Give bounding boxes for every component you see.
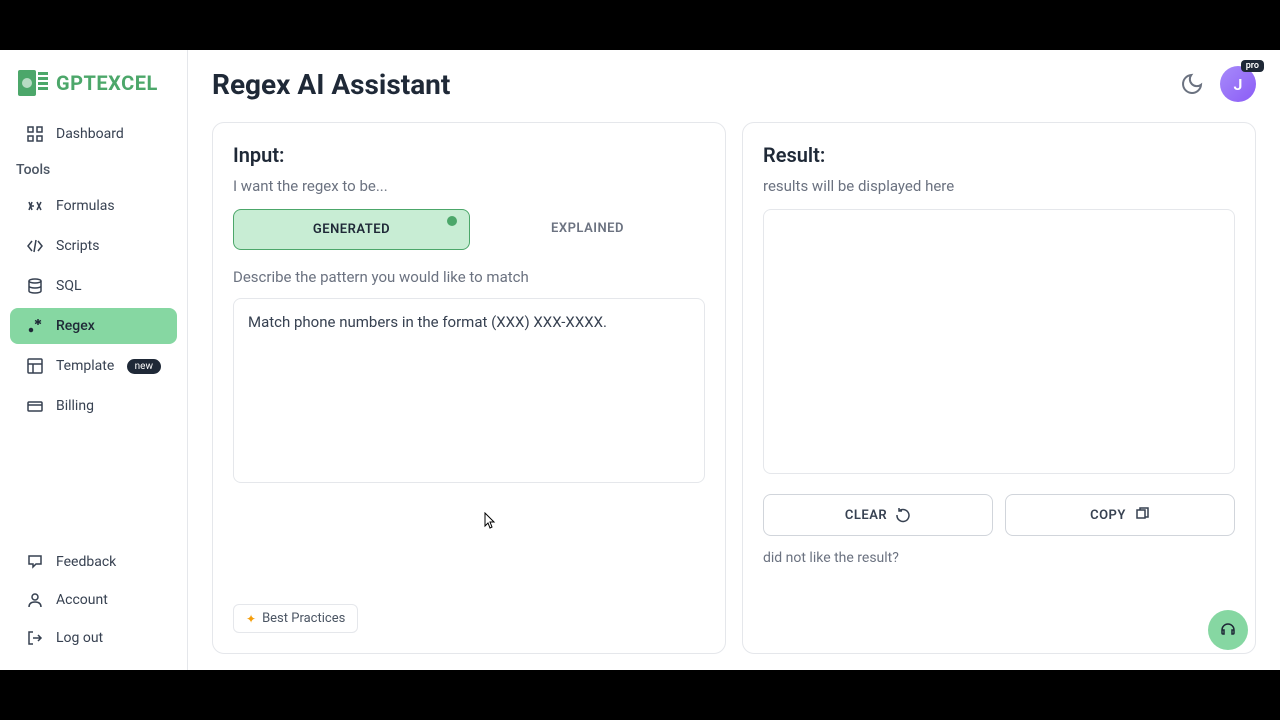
dark-mode-toggle[interactable] (1180, 72, 1204, 96)
sidebar-item-label: Dashboard (56, 126, 124, 142)
pattern-input[interactable] (233, 298, 705, 483)
pro-badge: pro (1241, 60, 1264, 72)
sidebar-item-sql[interactable]: SQL (10, 268, 177, 304)
sql-icon (26, 277, 44, 295)
tab-generated[interactable]: GENERATED (233, 209, 470, 250)
billing-icon (26, 397, 44, 415)
sidebar-item-template[interactable]: Template new (10, 348, 177, 384)
sidebar-item-formulas[interactable]: Formulas (10, 188, 177, 224)
sidebar-item-account[interactable]: Account (10, 582, 177, 618)
regex-icon (26, 317, 44, 335)
button-row: CLEAR COPY (763, 494, 1235, 536)
header: Regex AI Assistant J pro (188, 50, 1280, 114)
result-box (763, 209, 1235, 474)
feedback-text: did not like the result? (763, 550, 1235, 566)
copy-button[interactable]: COPY (1005, 494, 1235, 536)
sidebar-item-label: Scripts (56, 238, 99, 254)
page-title: Regex AI Assistant (212, 68, 450, 101)
content: Input: I want the regex to be... GENERAT… (188, 114, 1280, 670)
input-card: Input: I want the regex to be... GENERAT… (212, 122, 726, 654)
input-title: Input: (233, 143, 705, 167)
input-subtitle: I want the regex to be... (233, 177, 705, 195)
header-right: J pro (1180, 66, 1256, 102)
bottom-black-bar (0, 670, 1280, 720)
logo-text: GPTEXCEL (56, 71, 158, 95)
headset-icon (1218, 620, 1238, 640)
sidebar: GPTEXCEL Dashboard Tools Formulas Script… (0, 50, 188, 670)
tab-explained[interactable]: EXPLAINED (470, 209, 705, 250)
sidebar-item-label: Billing (56, 398, 94, 414)
top-black-bar (0, 0, 1280, 50)
sidebar-item-label: Regex (56, 318, 95, 334)
scripts-icon (26, 237, 44, 255)
best-practices-button[interactable]: ✦ Best Practices (233, 604, 358, 633)
new-badge: new (127, 359, 161, 374)
logo[interactable]: GPTEXCEL (0, 60, 187, 114)
sidebar-item-label: Log out (56, 630, 103, 646)
sidebar-bottom: Feedback Account Log out (0, 542, 187, 670)
help-button[interactable] (1208, 610, 1248, 650)
sidebar-item-label: Account (56, 592, 108, 608)
sparkle-icon: ✦ (246, 612, 256, 626)
dashboard-icon (26, 125, 44, 143)
tab-label: EXPLAINED (551, 221, 624, 236)
tab-label: GENERATED (313, 222, 390, 237)
copy-label: COPY (1090, 508, 1126, 523)
sidebar-item-label: Feedback (56, 554, 116, 570)
avatar-letter: J (1234, 75, 1243, 94)
clear-button[interactable]: CLEAR (763, 494, 993, 536)
sidebar-item-label: Formulas (56, 198, 115, 214)
sidebar-item-dashboard[interactable]: Dashboard (10, 116, 177, 152)
sidebar-item-regex[interactable]: Regex (10, 308, 177, 344)
tab-indicator-icon (447, 216, 457, 226)
clear-label: CLEAR (845, 508, 887, 523)
sidebar-item-logout[interactable]: Log out (10, 620, 177, 656)
formulas-icon (26, 197, 44, 215)
reset-icon (895, 507, 911, 523)
avatar[interactable]: J pro (1220, 66, 1256, 102)
copy-icon (1134, 507, 1150, 523)
sidebar-item-label: Template (56, 358, 114, 374)
app-container: GPTEXCEL Dashboard Tools Formulas Script… (0, 50, 1280, 670)
sidebar-item-label: SQL (56, 278, 81, 294)
template-icon (26, 357, 44, 375)
main: Regex AI Assistant J pro Input: I want t… (188, 50, 1280, 670)
sidebar-item-billing[interactable]: Billing (10, 388, 177, 424)
sidebar-item-scripts[interactable]: Scripts (10, 228, 177, 264)
sidebar-section-tools: Tools (0, 154, 187, 186)
result-title: Result: (763, 143, 1235, 167)
result-card: Result: results will be displayed here C… (742, 122, 1256, 654)
sidebar-item-feedback[interactable]: Feedback (10, 544, 177, 580)
best-practices-label: Best Practices (262, 611, 345, 626)
account-icon (26, 591, 44, 609)
field-label: Describe the pattern you would like to m… (233, 268, 705, 286)
logo-icon (16, 68, 50, 98)
logout-icon (26, 629, 44, 647)
feedback-icon (26, 553, 44, 571)
tabs: GENERATED EXPLAINED (233, 209, 705, 250)
result-subtitle: results will be displayed here (763, 177, 1235, 195)
